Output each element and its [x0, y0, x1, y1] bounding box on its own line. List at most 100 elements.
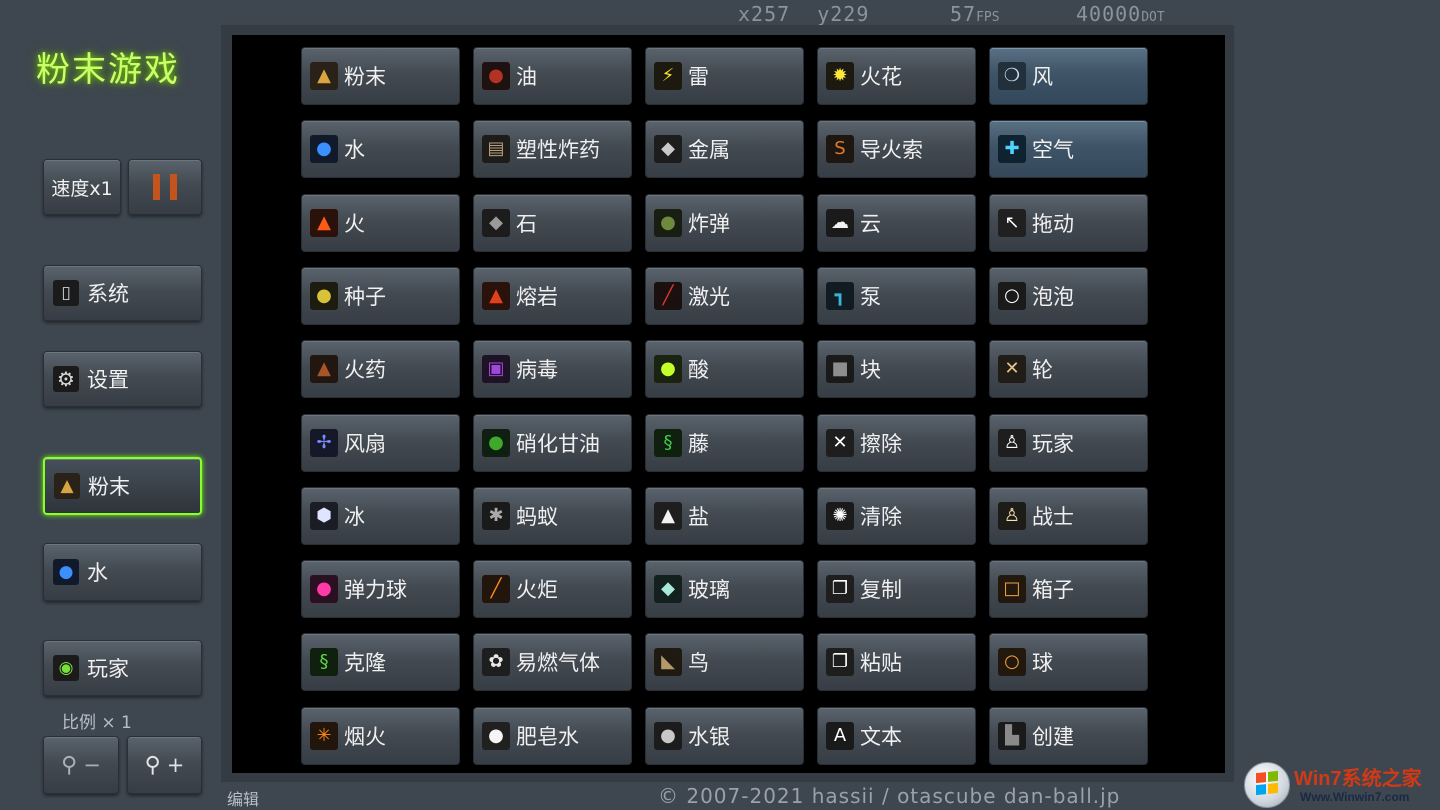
- zoom-out-button[interactable]: ⚲ −: [43, 736, 119, 794]
- element-button[interactable]: ▲ 熔岩: [473, 267, 632, 325]
- selected-element-secondary[interactable]: ● 水: [43, 543, 202, 601]
- create-icon: ▙: [998, 722, 1026, 750]
- element-button[interactable]: ✚ 空气: [989, 120, 1148, 178]
- element-button[interactable]: ✳ 烟火: [301, 707, 460, 765]
- zoom-in-button[interactable]: ⚲ +: [127, 736, 202, 794]
- player-dot-icon: ◉: [53, 655, 79, 681]
- element-button[interactable]: ■ 块: [817, 340, 976, 398]
- element-button[interactable]: ✢ 风扇: [301, 414, 460, 472]
- element-button[interactable]: ✿ 易燃气体: [473, 633, 632, 691]
- element-button[interactable]: ♙ 战士: [989, 487, 1148, 545]
- watermark-brand: Win7系统之家: [1294, 768, 1422, 790]
- element-label: 云: [860, 212, 881, 236]
- water-icon: ●: [310, 135, 338, 163]
- magnifier-minus-icon: ⚲: [61, 752, 78, 778]
- element-button[interactable]: ❍ 风: [989, 47, 1148, 105]
- settings-button[interactable]: ⚙ 设置: [43, 351, 202, 407]
- element-button[interactable]: ● 酸: [645, 340, 804, 398]
- element-button[interactable]: ↖ 拖动: [989, 194, 1148, 252]
- element-button[interactable]: □ 箱子: [989, 560, 1148, 618]
- element-label: 导火索: [860, 138, 923, 162]
- edit-label[interactable]: 编辑: [227, 786, 259, 810]
- element-label: 病毒: [516, 358, 558, 382]
- element-label: 水: [344, 138, 365, 162]
- clear-icon: ✺: [826, 502, 854, 530]
- element-label: 块: [860, 358, 881, 382]
- watermark-url: Www.Winwin7.com: [1300, 790, 1410, 804]
- drag-icon: ↖: [998, 209, 1026, 237]
- erase-icon: ✕: [826, 429, 854, 457]
- element-label: 擦除: [860, 432, 902, 456]
- element-button[interactable]: ✕ 擦除: [817, 414, 976, 472]
- element-button[interactable]: § 藤: [645, 414, 804, 472]
- element-button[interactable]: ○ 泡泡: [989, 267, 1148, 325]
- element-label: 硝化甘油: [516, 432, 600, 456]
- element-button[interactable]: ┓ 泵: [817, 267, 976, 325]
- metal-icon: ◆: [654, 135, 682, 163]
- paste-icon: ❐: [826, 648, 854, 676]
- element-button[interactable]: ✹ 火花: [817, 47, 976, 105]
- element-button[interactable]: ● 炸弹: [645, 194, 804, 252]
- element-button[interactable]: ◆ 金属: [645, 120, 804, 178]
- element-button[interactable]: ● 水: [301, 120, 460, 178]
- element-button[interactable]: ◆ 石: [473, 194, 632, 252]
- element-button[interactable]: ❐ 粘贴: [817, 633, 976, 691]
- powder-icon: ▲: [54, 473, 80, 499]
- windows-flag-icon: [1256, 770, 1278, 796]
- element-button[interactable]: ╱ 火炬: [473, 560, 632, 618]
- thunder-icon: ⚡: [654, 62, 682, 90]
- ball-icon: ●: [310, 575, 338, 603]
- element-label: 易燃气体: [516, 651, 600, 675]
- element-label: 文本: [860, 725, 902, 749]
- element-button[interactable]: ▣ 病毒: [473, 340, 632, 398]
- system-button[interactable]: ▯ 系统: [43, 265, 202, 321]
- copyright-text: © 2007-2021 hassii / otascube dan-ball.j…: [658, 784, 1121, 808]
- element-button[interactable]: ✱ 蚂蚁: [473, 487, 632, 545]
- element-button[interactable]: ❐ 复制: [817, 560, 976, 618]
- element-label: 塑性炸药: [516, 138, 600, 162]
- element-button[interactable]: ● 弹力球: [301, 560, 460, 618]
- element-button[interactable]: ☁ 云: [817, 194, 976, 252]
- salt-icon: ▲: [654, 502, 682, 530]
- element-button[interactable]: ◆ 玻璃: [645, 560, 804, 618]
- element-button[interactable]: ▤ 塑性炸药: [473, 120, 632, 178]
- element-button[interactable]: A 文本: [817, 707, 976, 765]
- element-button[interactable]: ● 硝化甘油: [473, 414, 632, 472]
- pause-button[interactable]: [128, 159, 202, 215]
- element-button[interactable]: ▲ 火: [301, 194, 460, 252]
- player-button[interactable]: ◉ 玩家: [43, 640, 202, 696]
- element-button[interactable]: ▲ 火药: [301, 340, 460, 398]
- element-button[interactable]: ● 肥皂水: [473, 707, 632, 765]
- element-label: 风: [1032, 65, 1053, 89]
- settings-label: 设置: [87, 368, 129, 392]
- element-label: 克隆: [344, 651, 386, 675]
- element-label: 玩家: [1032, 432, 1074, 456]
- element-button[interactable]: ● 油: [473, 47, 632, 105]
- element-button[interactable]: ⬢ 冰: [301, 487, 460, 545]
- system-label: 系统: [87, 282, 129, 306]
- hud-fps: 57FPS: [950, 2, 1000, 26]
- element-label: 种子: [344, 285, 386, 309]
- element-label: 复制: [860, 578, 902, 602]
- element-label: 空气: [1032, 138, 1074, 162]
- element-label: 酸: [688, 358, 709, 382]
- element-button[interactable]: ♙ 玩家: [989, 414, 1148, 472]
- selected-element-primary[interactable]: ▲ 粉末: [43, 457, 202, 515]
- element-button[interactable]: ▲ 盐: [645, 487, 804, 545]
- element-button[interactable]: ○ 球: [989, 633, 1148, 691]
- zoom-in-label: +: [166, 753, 185, 777]
- element-button[interactable]: S 导火索: [817, 120, 976, 178]
- element-label: 轮: [1032, 358, 1053, 382]
- element-button[interactable]: ◣ 鸟: [645, 633, 804, 691]
- copy-icon: ❐: [826, 575, 854, 603]
- element-button[interactable]: ▙ 创建: [989, 707, 1148, 765]
- speed-button[interactable]: 速度x1: [43, 159, 121, 215]
- element-button[interactable]: ✺ 清除: [817, 487, 976, 545]
- element-button[interactable]: ● 种子: [301, 267, 460, 325]
- element-button[interactable]: ▲ 粉末: [301, 47, 460, 105]
- element-button[interactable]: ⚡ 雷: [645, 47, 804, 105]
- element-button[interactable]: § 克隆: [301, 633, 460, 691]
- element-button[interactable]: ● 水银: [645, 707, 804, 765]
- element-button[interactable]: ╱ 激光: [645, 267, 804, 325]
- element-button[interactable]: ✕ 轮: [989, 340, 1148, 398]
